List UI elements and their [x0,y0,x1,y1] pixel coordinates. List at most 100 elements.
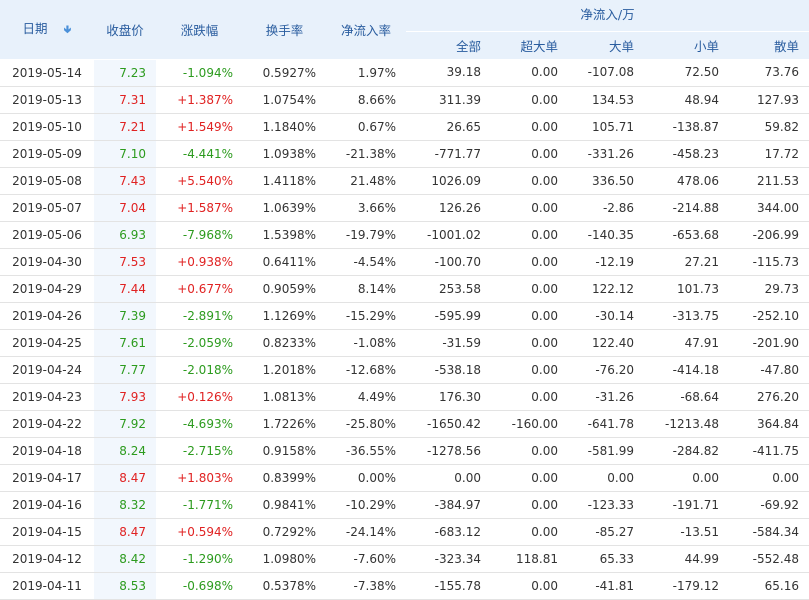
net-inflow-super-large-cell: 0.00 [491,194,568,222]
change-pct-cell: -1.094% [156,59,243,87]
net-inflow-all-cell: 39.18 [406,59,491,87]
net-inflow-retail-cell: 17.72 [729,140,809,168]
net-inflow-retail-cell: 29.73 [729,275,809,303]
date-cell: 2019-04-15 [0,518,94,546]
date-cell: 2019-04-16 [0,491,94,519]
net-inflow-retail-cell: -206.99 [729,221,809,249]
table-row: 2019-05-10 7.21 +1.549% 1.1840% 0.67% 26.65 0.… [0,113,809,141]
date-cell: 2019-04-30 [0,248,94,276]
net-inflow-rate-cell: -1.08% [326,329,406,357]
retail-header[interactable]: 散单 [729,31,809,59]
large-header[interactable]: 大单 [568,31,644,59]
all-header[interactable]: 全部 [406,31,491,59]
table-body: 2019-05-14 7.23 -1.094% 0.5927% 1.97% 39.18 0.… [0,59,809,600]
net-inflow-retail-cell: -201.90 [729,329,809,357]
net-inflow-all-cell: 1026.09 [406,167,491,195]
net-inflow-small-cell: 101.73 [644,275,729,303]
retail-header-label: 散单 [773,39,799,54]
turnover-cell: 1.2018% [243,356,326,384]
net-inflow-super-large-cell: 0.00 [491,86,568,114]
net-inflow-super-large-cell: 0.00 [491,329,568,357]
turnover-cell: 0.9158% [243,437,326,465]
net-inflow-rate-cell: 8.14% [326,275,406,303]
net-inflow-small-cell: -284.82 [644,437,729,465]
net-inflow-retail-cell: -584.34 [729,518,809,546]
net-inflow-retail-cell: -552.48 [729,545,809,573]
close-price-cell: 8.47 [94,518,156,546]
table-row: 2019-04-24 7.77 -2.018% 1.2018% -12.68% -538.… [0,356,809,384]
net-inflow-rate-cell: -36.55% [326,437,406,465]
date-cell: 2019-04-12 [0,545,94,573]
close-price-cell: 6.93 [94,221,156,249]
turnover-cell: 1.1840% [243,113,326,141]
close-price-cell: 7.10 [94,140,156,168]
net-inflow-large-cell: 65.33 [568,545,644,573]
net-inflow-small-cell: -313.75 [644,302,729,330]
net-inflow-large-cell: -30.14 [568,302,644,330]
change-pct-cell: -2.018% [156,356,243,384]
net-inflow-large-cell: -331.26 [568,140,644,168]
date-cell: 2019-04-17 [0,464,94,492]
net-inflow-large-cell: 122.12 [568,275,644,303]
net-inflow-small-cell: -191.71 [644,491,729,519]
net-inflow-rate-header[interactable]: 净流入率 [326,0,406,60]
net-inflow-all-cell: 0.00 [406,464,491,492]
net-inflow-super-large-cell: 0.00 [491,437,568,465]
close-price-cell: 7.23 [94,59,156,87]
small-header[interactable]: 小单 [644,31,729,59]
change-pct-cell: -4.441% [156,140,243,168]
close-price-cell: 7.43 [94,167,156,195]
close-price-cell: 8.32 [94,491,156,519]
net-inflow-large-cell: -641.78 [568,410,644,438]
net-inflow-super-large-cell: 118.81 [491,545,568,573]
net-inflow-small-cell: -458.23 [644,140,729,168]
change-pct-header-label: 涨跌幅 [180,22,219,38]
table-row: 2019-04-12 8.42 -1.290% 1.0980% -7.60% -323.3… [0,545,809,573]
super-large-header[interactable]: 超大单 [491,31,568,59]
change-pct-cell: -1.771% [156,491,243,519]
net-inflow-all-cell: 126.26 [406,194,491,222]
turnover-cell: 0.5927% [243,59,326,87]
net-inflow-small-cell: -214.88 [644,194,729,222]
close-price-cell: 7.92 [94,410,156,438]
net-inflow-rate-cell: -15.29% [326,302,406,330]
close-price-cell: 7.61 [94,329,156,357]
date-cell: 2019-05-14 [0,59,94,87]
net-inflow-all-cell: -595.99 [406,302,491,330]
date-cell: 2019-04-26 [0,302,94,330]
net-inflow-small-cell: 27.21 [644,248,729,276]
net-inflow-super-large-cell: 0.00 [491,248,568,276]
net-inflow-large-cell: 336.50 [568,167,644,195]
turnover-cell: 1.0639% [243,194,326,222]
net-inflow-all-cell: -1278.56 [406,437,491,465]
table-row: 2019-04-16 8.32 -1.771% 0.9841% -10.29% -384.… [0,491,809,519]
change-pct-cell: +1.549% [156,113,243,141]
turnover-header[interactable]: 换手率 [243,0,326,60]
net-inflow-all-cell: -323.34 [406,545,491,573]
change-pct-header[interactable]: 涨跌幅 [156,0,243,60]
close-price-cell: 7.93 [94,383,156,411]
close-price-cell: 7.53 [94,248,156,276]
date-header[interactable]: 日期 🢃 [0,0,94,60]
net-inflow-rate-header-label: 净流入率 [340,22,391,38]
change-pct-cell: +5.540% [156,167,243,195]
turnover-cell: 0.9059% [243,275,326,303]
close-price-cell: 7.04 [94,194,156,222]
net-inflow-large-cell: -581.99 [568,437,644,465]
net-inflow-rate-cell: -19.79% [326,221,406,249]
net-inflow-large-cell: -76.20 [568,356,644,384]
turnover-cell: 1.0754% [243,86,326,114]
net-inflow-super-large-cell: 0.00 [491,518,568,546]
sort-down-icon[interactable]: 🢃 [64,21,72,40]
net-inflow-all-cell: -1650.42 [406,410,491,438]
net-inflow-rate-cell: 0.67% [326,113,406,141]
close-price-header[interactable]: 收盘价 [94,0,156,60]
net-inflow-rate-cell: 4.49% [326,383,406,411]
table-row: 2019-04-29 7.44 +0.677% 0.9059% 8.14% 253.58 0… [0,275,809,303]
net-inflow-rate-cell: -25.80% [326,410,406,438]
turnover-cell: 1.0938% [243,140,326,168]
net-inflow-super-large-cell: -160.00 [491,410,568,438]
net-inflow-retail-cell: -411.75 [729,437,809,465]
close-price-header-label: 收盘价 [106,22,144,38]
net-inflow-large-cell: 0.00 [568,464,644,492]
